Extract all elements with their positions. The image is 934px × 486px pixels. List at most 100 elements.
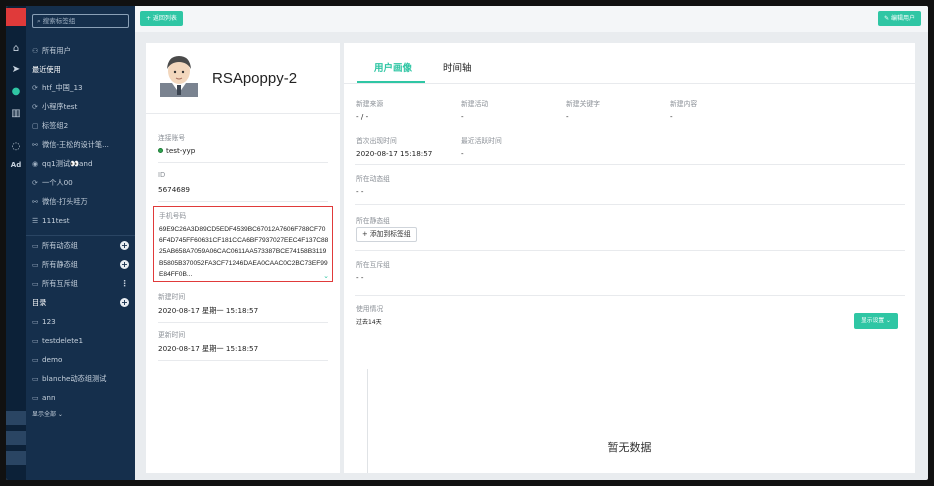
sidebar-item-recent[interactable]: ⚯ 微信-打头哇万 <box>32 195 132 209</box>
qq-icon: ◉ <box>32 160 39 168</box>
status-dot-icon <box>158 148 163 153</box>
tag-icon: ▢ <box>32 122 39 130</box>
keyword-value: - <box>566 112 569 121</box>
icon-rail: ⌂ ➤ ● ▥ ◌ Ad <box>6 6 26 480</box>
folder-icon: ▭ <box>32 261 39 269</box>
edit-user-button[interactable]: ✎ 编辑用户 <box>878 11 921 26</box>
loop-icon: ⟳ <box>32 84 38 92</box>
chat-icon[interactable]: ◌ <box>6 141 26 152</box>
folder-item[interactable]: ▭ blanche动态组测试 <box>32 372 132 386</box>
search-input[interactable]: ⌕ 搜索标签组 <box>32 14 129 28</box>
divider <box>158 360 328 361</box>
top-bar: + 返回列表 ✎ 编辑用户 <box>135 6 928 32</box>
settings-icon[interactable] <box>6 411 26 425</box>
keyword-label: 新建关键字 <box>566 100 600 108</box>
send-icon[interactable]: ➤ <box>6 64 26 75</box>
dynamic-group-value: - - <box>356 187 364 196</box>
divider <box>355 204 905 205</box>
sidebar-item-mutex-groups[interactable]: ▭ 所有互斥组 ⋮ <box>32 277 132 291</box>
folder-item[interactable]: ▭ ann <box>32 391 132 405</box>
mutex-group-value: - - <box>356 273 364 282</box>
home-icon[interactable]: ⌂ <box>6 43 26 54</box>
help-icon[interactable] <box>6 431 26 445</box>
created-time-value: 2020-08-17 星期一 15:18:57 <box>158 306 259 315</box>
sidebar-item-recent[interactable]: ⟳ htf_中国_13 <box>32 81 132 95</box>
first-seen-label: 首次出现时间 <box>356 137 397 145</box>
divider <box>158 201 328 202</box>
add-dynamic-group-icon[interactable]: + <box>120 241 129 250</box>
more-icon[interactable]: ⋮ <box>120 279 129 288</box>
phone-field-highlight: 手机号码 69E9C26A3D89CD5EDF4539BC67012A7606F… <box>153 206 333 282</box>
last-active-label: 最近活跃时间 <box>461 137 502 145</box>
sidebar-item-recent[interactable]: ⟳ 一个人00 <box>32 176 132 190</box>
sidebar-item-all-users[interactable]: ⚇ 所有用户 <box>32 44 132 58</box>
content-label: 新建内容 <box>670 100 698 108</box>
id-label: ID <box>158 171 166 179</box>
profile-icon[interactable] <box>6 451 26 465</box>
profile-card: RSApoppy-2 连接账号 test-yyp ID 5674689 手机号码… <box>146 43 340 473</box>
folder-item[interactable]: ▭ testdelete1 <box>32 334 132 348</box>
display-settings-button[interactable]: 显示设置 ⌄ <box>854 313 898 329</box>
sidebar-item-recent[interactable]: ☰ 111test <box>32 214 132 228</box>
sidebar-item-recent[interactable]: ⟳ 小程序test <box>32 100 132 114</box>
sidebar-item-recent[interactable]: ⚯ 微信-王松的设计笔... <box>32 138 132 152</box>
folder-icon: ▭ <box>32 318 39 326</box>
recent-heading: 最近使用 <box>32 65 61 74</box>
loop-icon: ⟳ <box>32 179 38 187</box>
id-value: 5674689 <box>158 185 191 194</box>
phone-label: 手机号码 <box>159 212 187 220</box>
loop-icon: ⟳ <box>32 103 38 111</box>
divider <box>355 164 905 165</box>
ad-icon[interactable]: Ad <box>6 161 26 169</box>
app-logo <box>6 8 26 26</box>
user-icon[interactable]: ● <box>6 86 26 97</box>
sidebar: ⌕ 搜索标签组 ⚇ 所有用户 最近使用 ⟳ htf_中国_13 ⟳ 小程序test ▢… <box>26 6 135 480</box>
connected-account-label: 连接账号 <box>158 134 186 142</box>
directory-heading: 目录 + <box>32 298 129 307</box>
expand-phone-icon[interactable]: ⌄ <box>323 272 329 280</box>
folder-item[interactable]: ▭ demo <box>32 353 132 367</box>
usage-period: 过去14天 <box>356 319 382 326</box>
first-seen-value: 2020-08-17 15:18:57 <box>356 149 433 158</box>
user-name: RSApoppy-2 <box>212 70 298 87</box>
connected-account-value: test-yyp <box>158 146 195 155</box>
last-active-value: - <box>461 149 464 158</box>
dynamic-group-label: 所在动态组 <box>356 175 390 183</box>
folder-icon: ▭ <box>32 280 39 288</box>
mutex-group-label: 所在互斥组 <box>356 261 390 269</box>
static-group-label: 所在静态组 <box>356 217 390 225</box>
add-static-group-icon[interactable]: + <box>120 260 129 269</box>
divider <box>158 162 328 163</box>
sidebar-item-static-groups[interactable]: ▭ 所有静态组 + <box>32 258 132 272</box>
folder-icon: ▭ <box>32 337 39 345</box>
tab-timeline[interactable]: 时间轴 <box>443 60 472 74</box>
sidebar-item-recent[interactable]: ▢ 标签组2 <box>32 119 132 133</box>
empty-state: 暂无数据 <box>607 441 652 454</box>
chart-icon[interactable]: ▥ <box>6 108 26 119</box>
folder-icon: ▭ <box>32 242 39 250</box>
sidebar-item-dynamic-groups[interactable]: ▭ 所有动态组 + <box>32 239 132 253</box>
divider <box>158 322 328 323</box>
sidebar-divider <box>26 235 135 236</box>
updated-time-value: 2020-08-17 星期一 15:18:57 <box>158 344 259 353</box>
folder-icon: ▭ <box>32 356 39 364</box>
add-folder-icon[interactable]: + <box>120 298 129 307</box>
phone-value: 69E9C26A3D89CD5EDF4539BC67012A7606F788CF… <box>159 226 329 278</box>
activity-value: - <box>461 112 464 121</box>
group-icon: ⚯ <box>32 198 38 206</box>
created-time-label: 新建时间 <box>158 293 186 301</box>
list-icon: ☰ <box>32 217 39 225</box>
tabs-divider <box>344 83 915 84</box>
divider <box>355 295 905 296</box>
search-placeholder: 搜索标签组 <box>42 17 76 25</box>
show-all-link[interactable]: 显示全部 ⌄ <box>32 408 132 422</box>
sidebar-item-recent[interactable]: ◉ qq1测试👀and <box>32 157 132 171</box>
source-value: - / - <box>356 112 369 121</box>
detail-card: 用户画像 时间轴 新建来源 - / - 新建活动 - 新建关键字 - 新建内容 … <box>344 43 915 473</box>
add-to-tag-group-button[interactable]: + 添加到标签组 <box>356 227 417 242</box>
back-to-list-button[interactable]: + 返回列表 <box>140 11 183 26</box>
tab-user-portrait[interactable]: 用户画像 <box>374 60 412 74</box>
activity-label: 新建活动 <box>461 100 489 108</box>
folder-icon: ▭ <box>32 394 39 402</box>
folder-item[interactable]: ▭ 123 <box>32 315 132 329</box>
